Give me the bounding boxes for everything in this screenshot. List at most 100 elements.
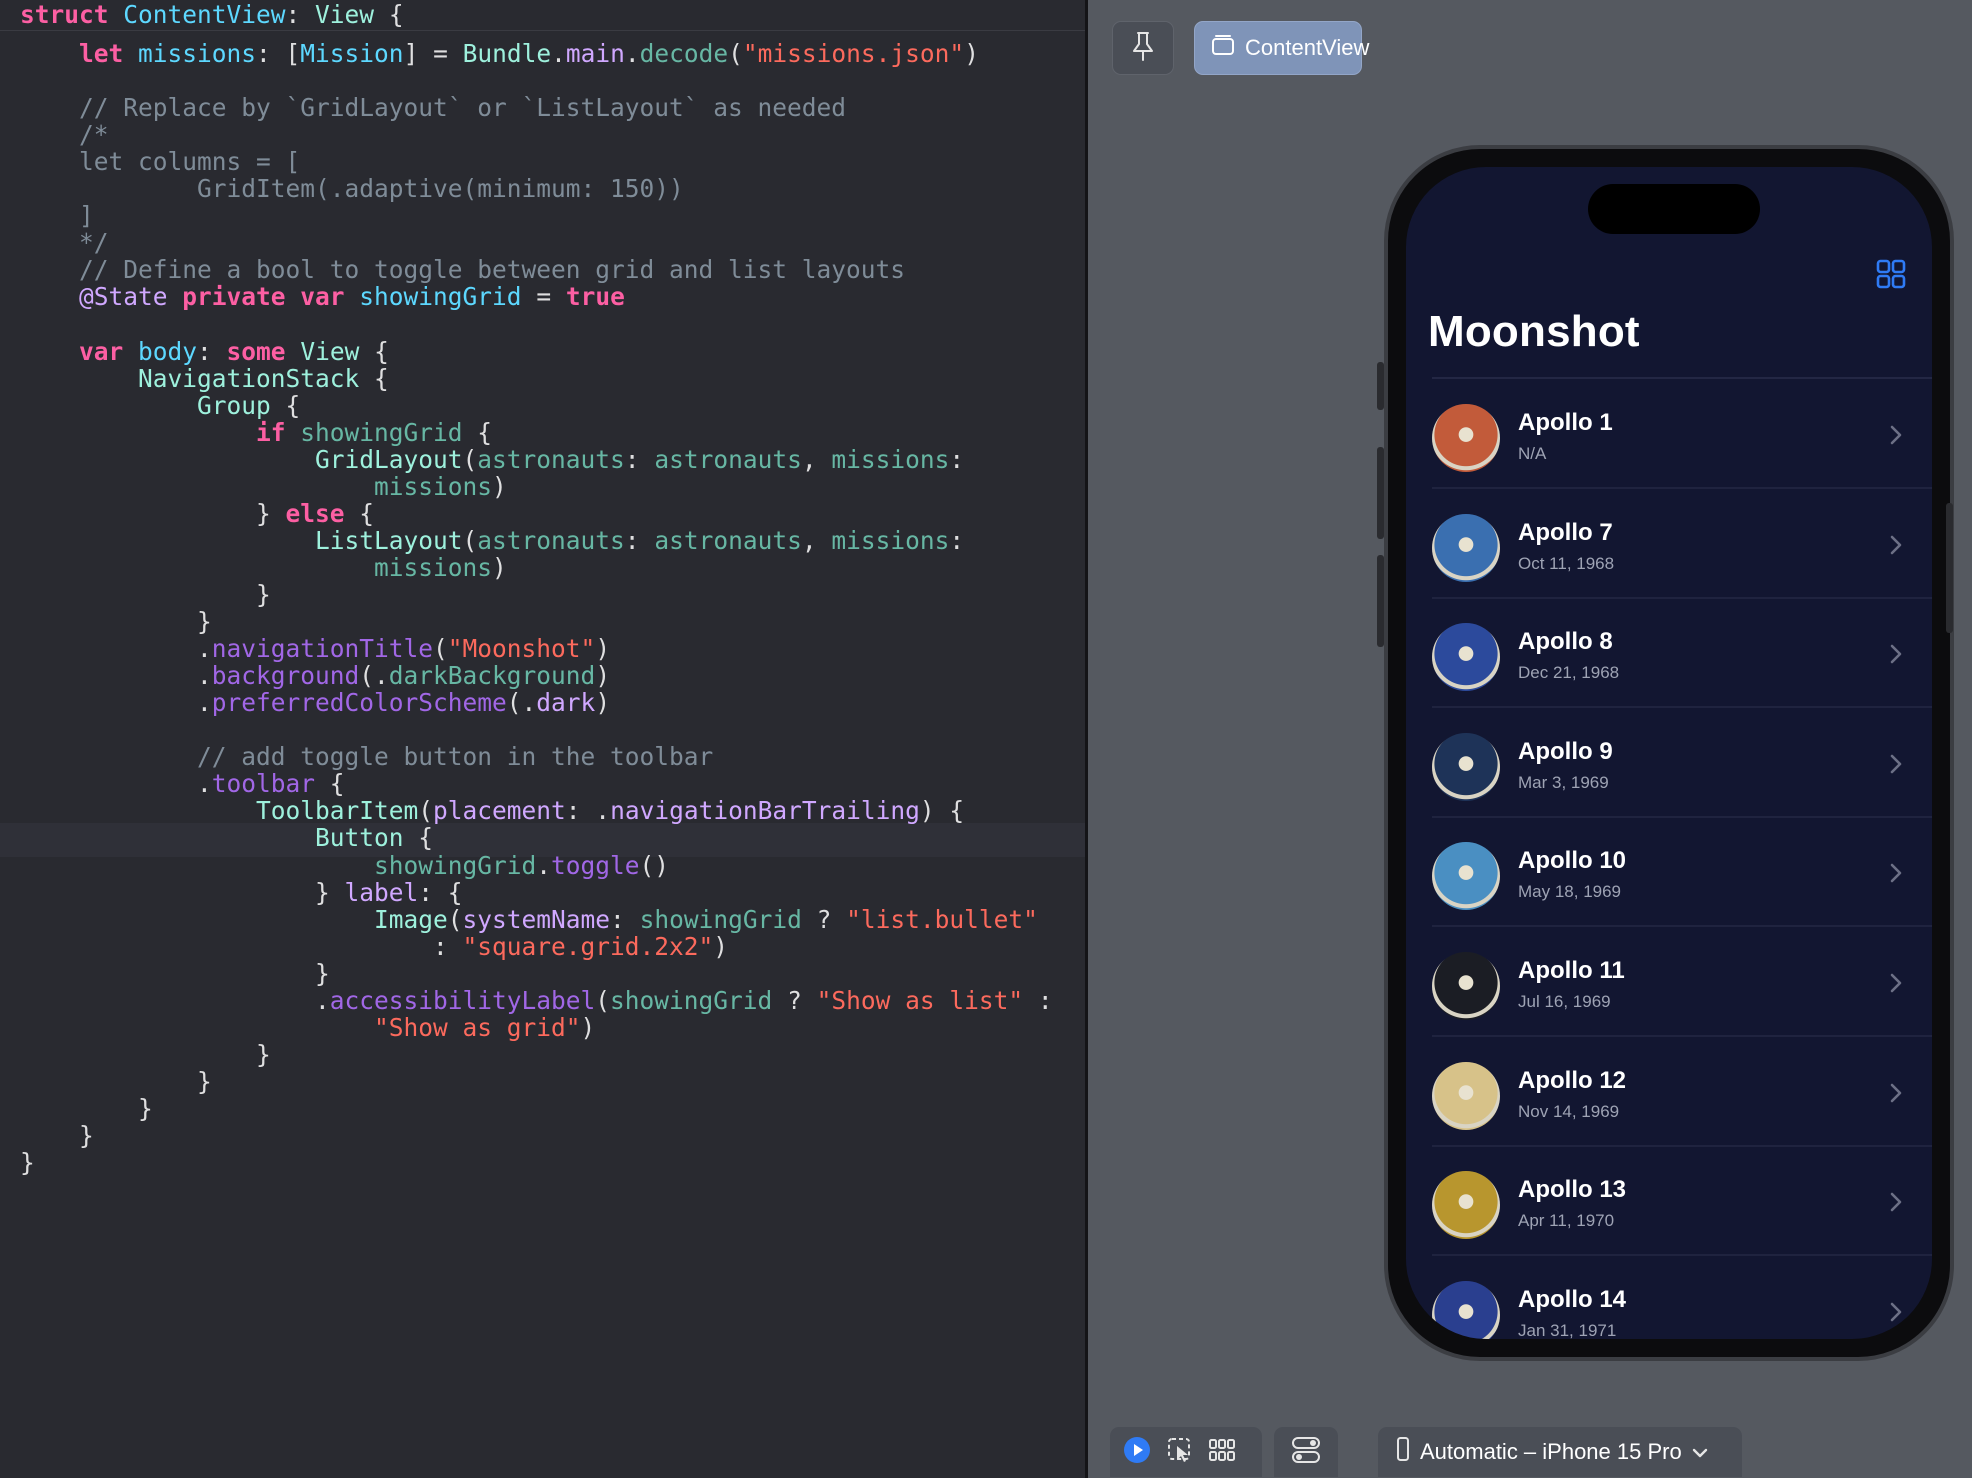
code-token: showingGrid bbox=[610, 985, 773, 1015]
chevron-right-icon bbox=[1889, 1301, 1903, 1328]
code-token: navigationBarTrailing bbox=[610, 796, 920, 826]
code-token: placement bbox=[433, 796, 566, 826]
code-token: ) bbox=[595, 688, 611, 718]
mission-row[interactable]: Apollo 1 N/A bbox=[1406, 380, 1932, 489]
chevron-right-icon bbox=[1889, 534, 1903, 561]
chevron-right-icon bbox=[1889, 424, 1903, 451]
sticky-scope-header[interactable]: struct ContentView: View { bbox=[0, 0, 1085, 31]
mission-patch-image bbox=[1432, 513, 1500, 582]
side-button bbox=[1946, 503, 1953, 633]
square-grid-2x2-icon[interactable] bbox=[1874, 257, 1908, 291]
code-line: GridItem(.adaptive(minimum: 150)) bbox=[20, 172, 684, 206]
device-screen: Moonshot Apollo 1 N/A Apollo 7 Oct 11, 1968… bbox=[1406, 167, 1932, 1339]
code-token: ( bbox=[595, 985, 611, 1015]
code-token: "list.bullet" bbox=[846, 904, 1038, 934]
code-token: } bbox=[20, 1148, 35, 1178]
code-token: true bbox=[565, 282, 625, 312]
mission-row[interactable]: Apollo 11 Jul 16, 1969 bbox=[1406, 928, 1932, 1037]
mission-launch-date: Jan 31, 1971 bbox=[1518, 1320, 1617, 1339]
code-editor[interactable]: let missions: [Mission] = Bundle.main.de… bbox=[0, 0, 1085, 1478]
preview-canvas: ContentView Moonshot Apollo 1 N/A Apollo 7… bbox=[1088, 0, 1972, 1478]
mission-row[interactable]: Apollo 10 May 18, 1969 bbox=[1406, 818, 1932, 928]
code-line: // Replace by `GridLayout` or `ListLayou… bbox=[20, 91, 846, 125]
code-token: ) bbox=[964, 39, 979, 68]
code-token: ) bbox=[580, 1012, 596, 1042]
pin-preview-button[interactable] bbox=[1112, 21, 1174, 75]
mission-row[interactable]: Apollo 8 Dec 21, 1968 bbox=[1406, 599, 1932, 709]
code-token: astronauts bbox=[654, 444, 802, 474]
code-token: missions bbox=[138, 39, 257, 68]
mission-launch-date: Oct 11, 1968 bbox=[1518, 553, 1615, 573]
code-token: { bbox=[374, 0, 404, 29]
mission-patch-image bbox=[1432, 952, 1500, 1020]
code-token: astronauts bbox=[654, 525, 802, 555]
preview-tab-contentview[interactable]: ContentView bbox=[1194, 21, 1369, 75]
code-token: ContentView bbox=[123, 0, 286, 29]
code-token: ( bbox=[728, 39, 743, 68]
code-token: "Show as list" bbox=[816, 985, 1024, 1015]
mission-patch-image bbox=[1432, 842, 1500, 911]
code-token: // Replace by `GridLayout` or `ListLayou… bbox=[20, 93, 847, 123]
code-line: let missions: [Mission] = Bundle.main.de… bbox=[20, 37, 979, 71]
code-token: (. bbox=[506, 688, 537, 718]
chevron-right-icon bbox=[1889, 1082, 1903, 1109]
mission-row[interactable]: Apollo 12 Nov 14, 1969 bbox=[1406, 1038, 1932, 1147]
code-token: , bbox=[801, 444, 832, 474]
code-token: . bbox=[536, 850, 552, 880]
code-token: let bbox=[20, 39, 139, 68]
mission-name: Apollo 1 bbox=[1518, 409, 1613, 436]
mission-row[interactable]: Apollo 13 Apr 11, 1970 bbox=[1406, 1147, 1932, 1257]
code-token: toggle bbox=[551, 850, 640, 880]
mission-row[interactable]: Apollo 7 Oct 11, 1968 bbox=[1406, 490, 1932, 599]
code-token: decode bbox=[639, 39, 729, 68]
mission-name: Apollo 13 bbox=[1518, 1176, 1627, 1204]
chevron-right-icon bbox=[1889, 972, 1903, 999]
chevron-right-icon bbox=[1889, 753, 1903, 780]
mission-patch-image bbox=[1432, 732, 1500, 801]
code-token: : [ bbox=[256, 39, 301, 68]
code-token: showingGrid bbox=[359, 282, 522, 312]
navigation-title: Moonshot bbox=[1428, 307, 1640, 356]
code-token: missions bbox=[831, 444, 950, 474]
mission-name: Apollo 10 bbox=[1518, 847, 1627, 875]
mission-name: Apollo 14 bbox=[1518, 1285, 1627, 1313]
code-token: "missions.json" bbox=[742, 39, 965, 68]
mission-patch-image bbox=[1432, 623, 1500, 692]
sticky-header-line: struct ContentView: View { bbox=[20, 0, 404, 32]
mission-launch-date: Dec 21, 1968 bbox=[1518, 663, 1620, 683]
code-token: "Show as grid" bbox=[374, 1012, 581, 1042]
code-token: ) { bbox=[919, 796, 965, 826]
device-picker-label: Automatic – iPhone 15 Pro bbox=[1420, 1439, 1682, 1464]
code-token: : bbox=[285, 0, 316, 29]
selectable-mode-icon[interactable] bbox=[1166, 1436, 1194, 1469]
variants-grid-icon[interactable] bbox=[1208, 1438, 1236, 1467]
mission-name: Apollo 11 bbox=[1518, 957, 1625, 984]
device-picker[interactable]: Automatic – iPhone 15 Pro bbox=[1378, 1427, 1742, 1477]
code-token: ) bbox=[492, 552, 507, 582]
iphone-device-frame: Moonshot Apollo 1 N/A Apollo 7 Oct 11, 1968… bbox=[1377, 145, 1954, 1361]
preview-mode-controls bbox=[1110, 1427, 1262, 1477]
iphone-icon bbox=[1396, 1437, 1410, 1467]
code-token: ) bbox=[713, 931, 729, 961]
play-icon[interactable] bbox=[1122, 1435, 1152, 1470]
code-token: Bundle bbox=[462, 39, 552, 68]
code-token: Mission bbox=[300, 39, 404, 68]
code-token: : bbox=[624, 444, 655, 474]
code-token: = bbox=[521, 282, 566, 312]
device-settings-button[interactable] bbox=[1274, 1427, 1338, 1477]
code-token: dark bbox=[536, 688, 596, 718]
code-token: : bbox=[1023, 985, 1053, 1015]
window-icon bbox=[1195, 34, 1245, 62]
mission-patch-image bbox=[1432, 404, 1500, 472]
mission-name: Apollo 9 bbox=[1518, 737, 1613, 765]
mission-row[interactable]: Apollo 9 Mar 3, 1969 bbox=[1406, 709, 1932, 818]
mission-row[interactable]: Apollo 14 Jan 31, 1971 bbox=[1406, 1257, 1932, 1339]
code-token: private bbox=[182, 282, 301, 312]
preview-tab-label: ContentView bbox=[1245, 35, 1370, 60]
mission-patch-image bbox=[1432, 1280, 1500, 1339]
pin-icon bbox=[1130, 31, 1156, 66]
mission-patch-image bbox=[1432, 1061, 1500, 1130]
code-token: : bbox=[949, 525, 965, 555]
code-token: main bbox=[565, 39, 625, 68]
code-token: "square.grid.2x2" bbox=[462, 931, 714, 961]
